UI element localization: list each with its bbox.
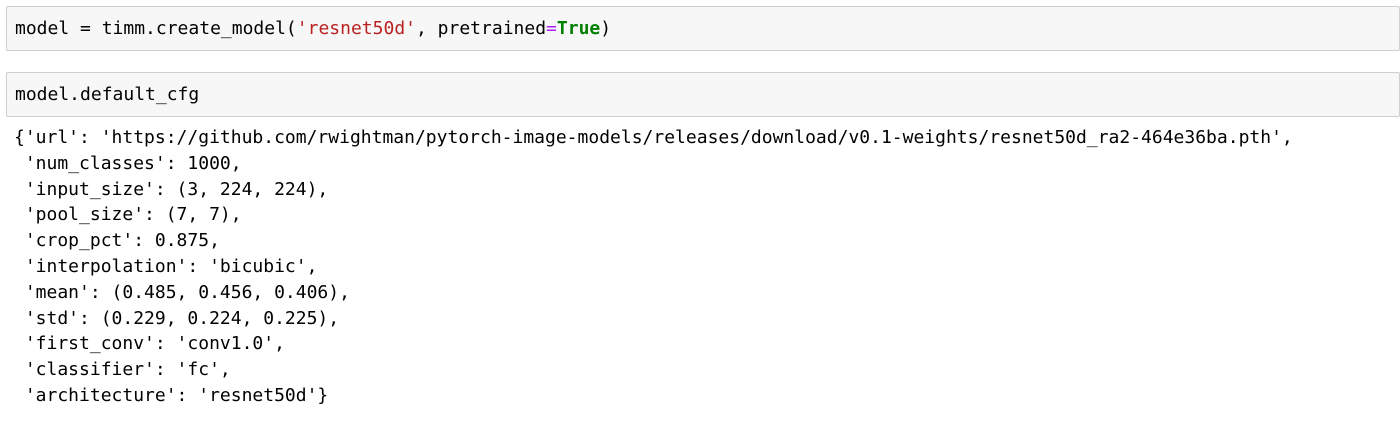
output-line: 'pool_size': (7, 7),	[14, 204, 242, 226]
output-line: 'mean': (0.485, 0.456, 0.406),	[14, 281, 350, 303]
output-line: 'input_size': (3, 224, 224),	[14, 178, 329, 200]
cell-output: {'url': 'https://github.com/rwightman/py…	[14, 125, 1394, 409]
output-line: 'num_classes': 1000,	[14, 152, 242, 174]
output-line: {'url': 'https://github.com/rwightman/py…	[14, 127, 1293, 148]
output-line: 'classifier': 'fc',	[14, 359, 231, 381]
code-token-param: , pretrained	[416, 18, 547, 39]
code-token-call: timm.create_model(	[101, 18, 297, 39]
code-token-equals: =	[546, 18, 557, 39]
output-line: 'std': (0.229, 0.224, 0.225),	[14, 307, 340, 329]
code-token-variable: model	[15, 18, 70, 39]
output-line: 'architecture': 'resnet50d'}	[14, 384, 329, 406]
code-line-default-cfg[interactable]: model.default_cfg	[15, 83, 199, 107]
code-line-create-model[interactable]: model = timm.create_model('resnet50d', p…	[15, 17, 611, 41]
code-token-close-paren: )	[600, 18, 612, 39]
code-cell-default-cfg[interactable]: model.default_cfg	[6, 72, 1400, 117]
output-line: 'crop_pct': 0.875,	[14, 230, 220, 252]
output-line: 'interpolation': 'bicubic',	[14, 255, 318, 277]
code-token-true: True	[556, 18, 601, 39]
code-token-assign: =	[69, 18, 102, 39]
code-cell-create-model[interactable]: model = timm.create_model('resnet50d', p…	[6, 6, 1400, 51]
output-line: 'first_conv': 'conv1.0',	[14, 333, 285, 355]
code-token-model-name: 'resnet50d'	[296, 18, 416, 39]
